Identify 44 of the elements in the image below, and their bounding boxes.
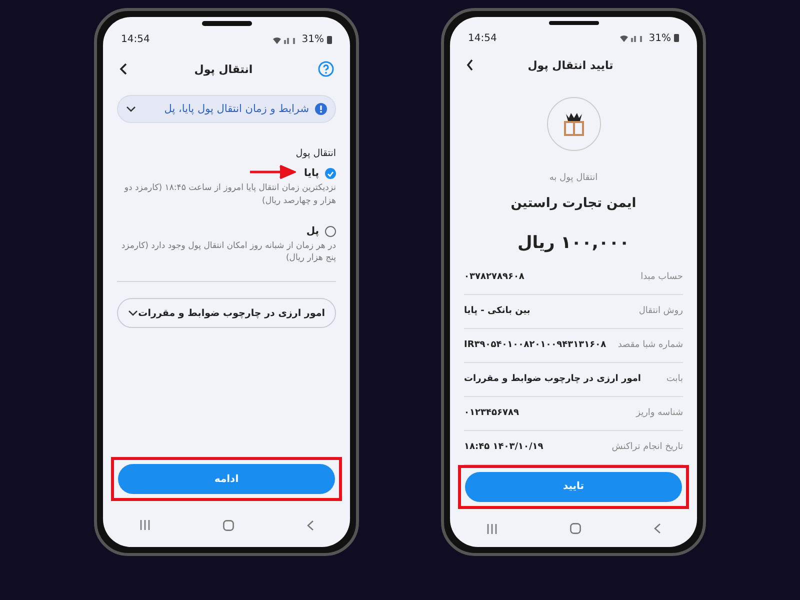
detail-value: ۰۱۲۳۴۵۶۷۸۹ — [464, 408, 519, 418]
battery-icon — [674, 34, 679, 42]
chevron-down-icon — [128, 310, 138, 316]
radio-button[interactable] — [325, 168, 336, 179]
detail-label: شناسه واریز — [636, 408, 683, 418]
chevron-down-icon — [126, 106, 136, 112]
detail-value: امور ارزی در چارچوب ضوابط و مقررات — [464, 374, 641, 384]
section-label: انتقال پول — [296, 148, 336, 159]
status-time: 14:54 — [468, 32, 497, 44]
detail-label: شماره شبا مقصد — [618, 340, 683, 350]
transfer-amount: ۱۰۰,۰۰۰ ریال — [518, 232, 630, 253]
detail-value: IR۳۹۰۵۴۰۱۰۰۸۲۰۱۰۰۹۴۳۱۳۱۶۰۸ — [464, 340, 606, 350]
battery-icon — [327, 36, 332, 44]
option-description: نزدیکترین زمان انتقال پایا امروز از ساعت ۱۸:۴۵ (کارمزد دو هزار و چهارصد ریال) — [123, 182, 336, 208]
battery-percent: 31% — [302, 34, 324, 45]
detail-value: بین بانکی - پایا — [464, 306, 530, 316]
status-time: 14:54 — [121, 34, 150, 45]
recipient-name: ایمن تجارت راستین — [510, 196, 636, 211]
page-title: انتقال پول — [194, 62, 253, 76]
recent-apps-icon[interactable] — [140, 520, 150, 530]
home-icon[interactable] — [570, 523, 580, 534]
detail-label: حساب مبدا — [640, 272, 683, 282]
battery-percent: 31% — [648, 32, 671, 44]
recipient-caption: انتقال پول به — [549, 172, 598, 183]
detail-label: تاریخ انجام تراکنش — [612, 442, 683, 452]
option-label[interactable]: پایا — [304, 168, 319, 179]
check-icon — [327, 170, 334, 176]
detail-value: ۱۴۰۳/۱۰/۱۹ ۱۸:۴۵ — [464, 442, 544, 452]
radio-button[interactable] — [325, 226, 336, 236]
info-banner[interactable]: شرایط و زمان انتقال پول پایا، پل — [117, 95, 336, 123]
banner-text: شرایط و زمان انتقال پول پایا، پل — [164, 103, 309, 115]
detail-label: روش انتقال — [638, 306, 683, 316]
info-icon — [315, 103, 327, 115]
back-icon[interactable] — [119, 63, 129, 75]
home-icon[interactable] — [222, 520, 234, 530]
option-description: در هر زمان از شبانه روز امکان انتقال پول وجود دارد (کارمزد پنج هزار ریال) — [120, 240, 336, 265]
detail-label: بابت — [666, 374, 683, 384]
page-title: تایید انتقال پول — [528, 58, 614, 72]
option-label[interactable]: پل — [306, 226, 319, 236]
recent-apps-icon[interactable] — [486, 524, 496, 534]
detail-value: ۰۳۷۸۲۷۸۹۶۰۸ — [464, 272, 524, 282]
bank-logo-icon — [562, 112, 584, 136]
help-icon[interactable] — [318, 61, 334, 77]
purpose-dropdown[interactable]: امور ارزی در چارچوب ضوابط و مقررات — [117, 298, 336, 328]
